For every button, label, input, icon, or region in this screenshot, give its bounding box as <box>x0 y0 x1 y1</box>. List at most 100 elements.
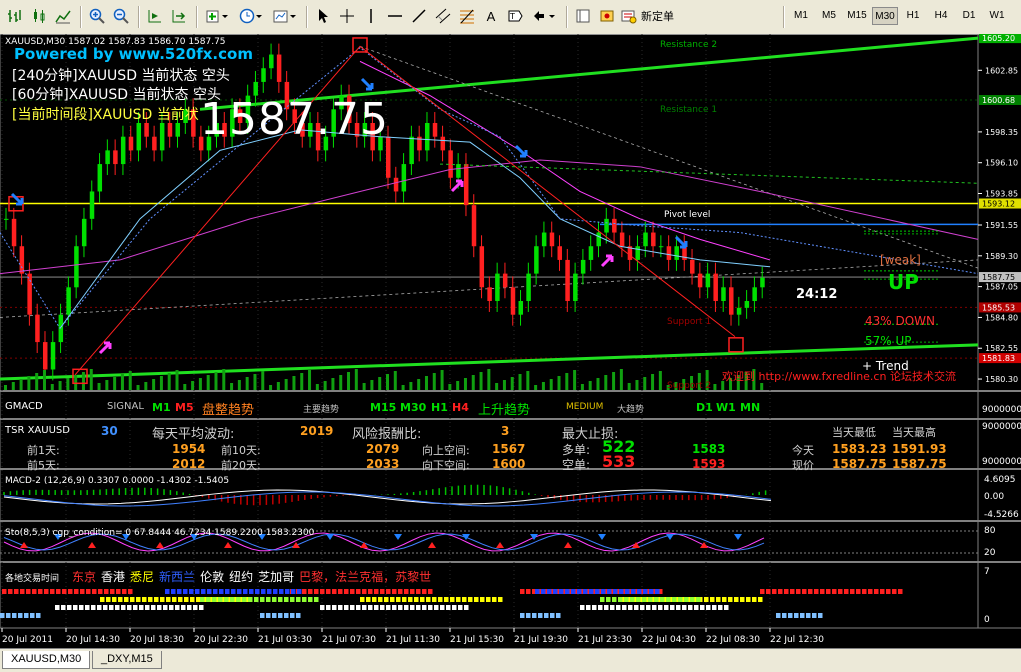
gmacd-mn: MN <box>740 401 761 414</box>
session-block <box>177 589 182 594</box>
timeframe-m30[interactable]: M30 <box>872 7 898 25</box>
candle-body <box>580 259 586 274</box>
timeframe-w1[interactable]: W1 <box>984 7 1010 25</box>
session-block <box>139 605 144 610</box>
session-block <box>606 597 611 602</box>
periods-clock-icon[interactable] <box>236 5 266 27</box>
new-order-button[interactable]: 新定单 <box>620 5 710 27</box>
volume-bar <box>424 376 428 390</box>
timeframe-m15[interactable]: M15 <box>844 7 870 25</box>
session-block <box>110 589 115 594</box>
time-axis-label: 21 Jul 19:30 <box>514 635 568 645</box>
session-block <box>338 605 343 610</box>
volume-bar <box>113 377 117 390</box>
volume-bar <box>81 372 85 390</box>
volume-bar <box>456 381 460 390</box>
gmacd-h1: H1 <box>431 401 448 414</box>
timeframe-m5[interactable]: M5 <box>816 7 842 25</box>
session-block <box>598 605 603 610</box>
candle-body <box>66 287 71 315</box>
timeframe-d1[interactable]: D1 <box>956 7 982 25</box>
gmacd-big-trend: 大趋势 <box>617 405 645 415</box>
volume-bar <box>627 383 631 390</box>
session-block <box>62 589 67 594</box>
session-block <box>296 597 301 602</box>
cursor-icon[interactable] <box>312 5 334 27</box>
price-tick-label: 1580.30 <box>985 375 1018 384</box>
ma-cyan <box>59 129 771 329</box>
session-block <box>368 589 373 594</box>
chart-window[interactable]: 1602.85 1598.35 1596.10 1593.85 1591.55 1589.… <box>0 33 1021 648</box>
session-block <box>838 589 843 594</box>
candle-chart-icon[interactable] <box>28 5 50 27</box>
volume-bar <box>409 382 413 390</box>
text-tool-icon[interactable]: A <box>480 5 502 27</box>
volume-bar <box>347 372 351 390</box>
sell-arrow <box>360 77 374 91</box>
support-2-label: Support 2 <box>667 381 712 391</box>
candle-body <box>565 259 570 301</box>
tab-xauusd[interactable]: XAUUSD,M30 <box>2 651 91 669</box>
session-block <box>464 605 469 610</box>
candle-body <box>612 218 617 233</box>
line-chart-icon[interactable] <box>52 5 74 27</box>
volume-bar <box>588 381 592 390</box>
autoscroll-icon[interactable] <box>168 5 190 27</box>
indicators-icon[interactable] <box>202 5 232 27</box>
volume-bar <box>50 384 54 390</box>
session-block <box>450 597 455 602</box>
volume-bar <box>401 385 405 390</box>
session-block <box>254 597 259 602</box>
bar-chart-icon[interactable] <box>4 5 26 27</box>
session-block <box>818 613 823 618</box>
volume-bar <box>510 377 514 390</box>
tsr-down-label: 向下空间: <box>422 459 470 472</box>
stoch-up-marker <box>224 542 232 548</box>
fibonacci-icon[interactable] <box>456 5 478 27</box>
status-current: [当前时间段]XAUUSD 当前状 <box>12 107 199 123</box>
tab-dxy[interactable]: _DXY,M15 <box>92 651 162 669</box>
zoom-out-icon[interactable] <box>110 5 132 27</box>
session-block <box>200 597 205 602</box>
session-block <box>187 605 192 610</box>
timeframe-h1[interactable]: H1 <box>900 7 926 25</box>
gmacd-m5: M5 <box>175 401 194 414</box>
session-block <box>344 605 349 610</box>
stoch-scale-bottom: 20 <box>984 548 996 558</box>
chart-shift-icon[interactable] <box>144 5 166 27</box>
session-block <box>248 597 253 602</box>
candle-body <box>424 123 430 151</box>
vertical-line-icon[interactable] <box>360 5 382 27</box>
session-block <box>97 605 102 610</box>
time-axis-label: 22 Jul 04:30 <box>642 635 696 645</box>
volume-bar <box>89 369 93 390</box>
session-block <box>181 605 186 610</box>
label-tool-icon[interactable]: T <box>504 5 526 27</box>
navigator-icon[interactable] <box>572 5 594 27</box>
stoch-down-marker <box>598 534 606 540</box>
channel-icon[interactable] <box>432 5 454 27</box>
volume-bar <box>619 369 623 390</box>
session-block <box>538 613 543 618</box>
session-block <box>790 589 795 594</box>
candle-body <box>479 246 485 288</box>
session-block <box>850 589 855 594</box>
session-block <box>428 589 433 594</box>
zoom-in-icon[interactable] <box>86 5 108 27</box>
session-block <box>559 589 564 594</box>
expert-advisors-icon[interactable] <box>596 5 618 27</box>
horizontal-line-icon[interactable] <box>384 5 406 27</box>
trendline-icon[interactable] <box>408 5 430 27</box>
crosshair-icon[interactable] <box>336 5 358 27</box>
session-block <box>85 605 90 610</box>
templates-icon[interactable] <box>270 5 300 27</box>
arrows-icon[interactable] <box>528 5 560 27</box>
session-block <box>24 613 29 618</box>
session-block <box>648 597 653 602</box>
session-block <box>190 597 195 602</box>
stoch-up-marker <box>700 542 708 548</box>
stoch-scale-top: 80 <box>984 526 996 536</box>
volume-bar <box>230 383 234 390</box>
timeframe-h4[interactable]: H4 <box>928 7 954 25</box>
timeframe-m1[interactable]: M1 <box>788 7 814 25</box>
